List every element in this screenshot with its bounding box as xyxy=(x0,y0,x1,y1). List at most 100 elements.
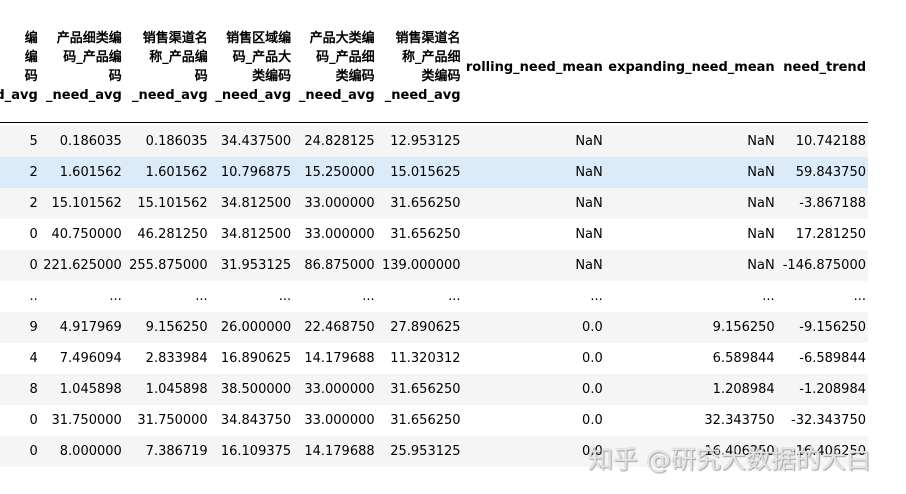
table-cell: 14.179688 xyxy=(293,343,377,374)
table-cell: 34.437500 xyxy=(209,126,294,157)
table-body: 5 0.186035 0.186035 34.437500 24.828125 12.95… xyxy=(0,122,868,467)
table-cell: -1.208984 xyxy=(776,374,868,405)
table-row: 2 1.601562 1.601562 10.796875 15.250000 15.01… xyxy=(0,157,868,188)
table-cell: 33.000000 xyxy=(293,219,377,250)
table-cell: 46.281250 xyxy=(123,219,210,250)
table-cell: 10.742188 xyxy=(776,126,868,157)
table-cell: 7.496094 xyxy=(39,343,124,374)
table-row: 5 0.186035 0.186035 34.437500 24.828125 12.95… xyxy=(0,126,868,157)
column-header: need_trend xyxy=(776,12,868,123)
column-header: 销售区域编 码_产品大 类编码 _need_avg xyxy=(209,12,294,123)
table-cell: 0.186035 xyxy=(123,126,210,157)
table-cell: 1.045898 xyxy=(123,374,210,405)
table-cell: 6.589844 xyxy=(604,343,777,374)
table-cell: 31.656250 xyxy=(376,188,463,219)
table-cell: 17.281250 xyxy=(776,219,868,250)
table-cell: 0.0 xyxy=(462,405,605,436)
table-cell: 15.101562 xyxy=(123,188,210,219)
table-cell: NaN xyxy=(604,188,777,219)
table-cell: 0.0 xyxy=(462,436,605,467)
table-cell: 31.656250 xyxy=(376,405,463,436)
table-cell: ... xyxy=(376,281,463,312)
table-cell: 31.656250 xyxy=(376,219,463,250)
table-row: .......................... xyxy=(0,281,868,312)
table-cell: 33.000000 xyxy=(293,188,377,219)
table-cell: 5 xyxy=(0,126,40,157)
table-cell: 8.000000 xyxy=(39,436,124,467)
table-cell: 9.156250 xyxy=(123,312,210,343)
table-cell: 1.601562 xyxy=(123,157,210,188)
table-cell: 33.000000 xyxy=(293,374,377,405)
table-cell: 59.843750 xyxy=(776,157,868,188)
table-cell: 12.953125 xyxy=(376,126,463,157)
table-cell: 31.656250 xyxy=(376,374,463,405)
table-cell: 34.812500 xyxy=(209,219,294,250)
table-cell: 34.812500 xyxy=(209,188,294,219)
table-cell: 1.208984 xyxy=(604,374,777,405)
table-cell: ... xyxy=(209,281,294,312)
table-cell: 1.045898 xyxy=(39,374,124,405)
table-row: 8 1.045898 1.045898 38.500000 33.000000 31.65… xyxy=(0,374,868,405)
table-cell: 0.0 xyxy=(462,374,605,405)
table-cell: NaN xyxy=(604,219,777,250)
column-header: 编 编 码 _need_avg xyxy=(0,12,40,123)
table-row: 4 7.496094 2.833984 16.890625 14.179688 11.32… xyxy=(0,343,868,374)
table-cell: ... xyxy=(293,281,377,312)
table-cell: 1.601562 xyxy=(39,157,124,188)
table-cell: 15.101562 xyxy=(39,188,124,219)
table-cell: 0.186035 xyxy=(39,126,124,157)
table-cell: -9.156250 xyxy=(776,312,868,343)
table-cell: 139.000000 xyxy=(376,250,463,281)
table-cell: 14.179688 xyxy=(293,436,377,467)
column-header: 销售渠道名 称_产品编 码 _need_avg xyxy=(123,12,210,123)
table-cell: 26.000000 xyxy=(209,312,294,343)
table-cell: NaN xyxy=(462,126,605,157)
table-cell: 24.828125 xyxy=(293,126,377,157)
table-cell: NaN xyxy=(604,157,777,188)
table-cell: 0.0 xyxy=(462,343,605,374)
table-cell: 11.320312 xyxy=(376,343,463,374)
table-row: 2 15.101562 15.101562 34.812500 33.000000 31.… xyxy=(0,188,868,219)
table-cell: 0 xyxy=(0,250,40,281)
table-cell: 10.796875 xyxy=(209,157,294,188)
table-cell: ... xyxy=(39,281,124,312)
table-cell: NaN xyxy=(604,250,777,281)
table-cell: 86.875000 xyxy=(293,250,377,281)
table-cell: -146.875000 xyxy=(776,250,868,281)
table-cell: 4 xyxy=(0,343,40,374)
table-cell: 38.500000 xyxy=(209,374,294,405)
table-cell: -6.589844 xyxy=(776,343,868,374)
table-cell: 2 xyxy=(0,157,40,188)
column-header: 销售渠道名 称_产品细 类编码 _need_avg xyxy=(376,12,463,123)
table-cell: 25.953125 xyxy=(376,436,463,467)
table-cell: NaN xyxy=(462,157,605,188)
table-cell: 27.890625 xyxy=(376,312,463,343)
table-cell: 0 xyxy=(0,436,40,467)
table-cell: 31.750000 xyxy=(123,405,210,436)
table-cell: 221.625000 xyxy=(39,250,124,281)
table-cell: 0 xyxy=(0,219,40,250)
table-cell: 4.917969 xyxy=(39,312,124,343)
table-cell: ... xyxy=(462,281,605,312)
header-row: 编 编 码 _need_avg 产品细类编 码_产品编 码 _need_avg … xyxy=(0,12,868,123)
table-cell: 0 xyxy=(0,405,40,436)
table-row: 0 221.625000 255.875000 31.953125 86.875000 1… xyxy=(0,250,868,281)
table-cell: 34.843750 xyxy=(209,405,294,436)
table-cell: ... xyxy=(776,281,868,312)
table-cell: NaN xyxy=(462,250,605,281)
table-row: 9 4.917969 9.156250 26.000000 22.468750 27.89… xyxy=(0,312,868,343)
table-cell: .. xyxy=(0,281,40,312)
table-cell: NaN xyxy=(604,126,777,157)
table-cell: 7.386719 xyxy=(123,436,210,467)
table-cell: 0.0 xyxy=(462,312,605,343)
table-cell: 2 xyxy=(0,188,40,219)
table-cell: 16.890625 xyxy=(209,343,294,374)
column-header: expanding_need_mean xyxy=(604,12,777,123)
column-header: rolling_need_mean xyxy=(462,12,605,123)
table-cell: 16.109375 xyxy=(209,436,294,467)
table-cell: 33.000000 xyxy=(293,405,377,436)
table-cell: 15.015625 xyxy=(376,157,463,188)
table-cell: 22.468750 xyxy=(293,312,377,343)
table-cell: 31.953125 xyxy=(209,250,294,281)
table-cell: 31.750000 xyxy=(39,405,124,436)
